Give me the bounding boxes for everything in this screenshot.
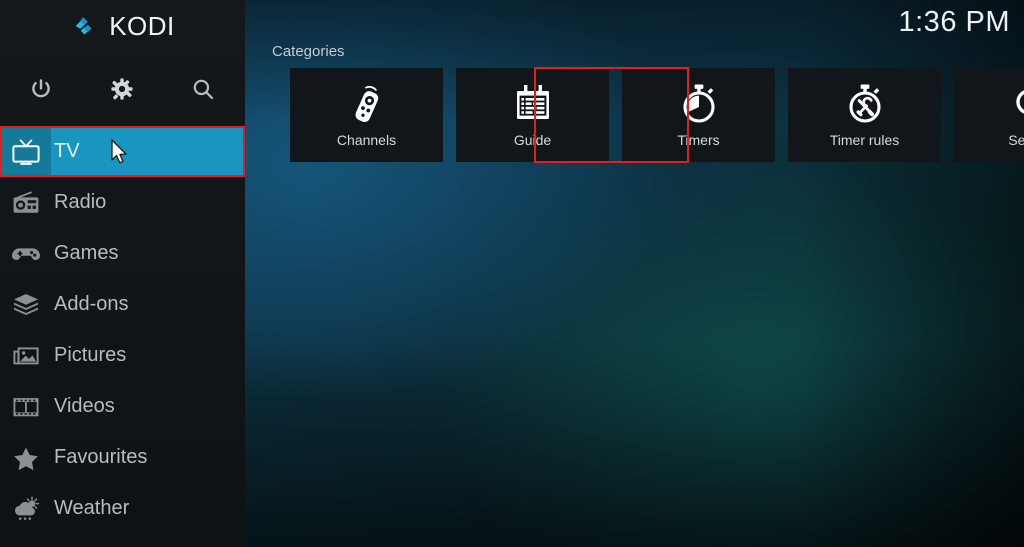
sidebar-item-label: Games (54, 242, 119, 264)
gamepad-icon (0, 228, 51, 279)
settings-button[interactable] (81, 62, 162, 116)
sidebar-item-radio[interactable]: Radio (0, 177, 245, 228)
sidebar-item-tv[interactable]: TV (0, 126, 245, 177)
tile-label: Channels (336, 132, 397, 148)
tile-label: Guide (513, 132, 552, 148)
tv-icon (0, 126, 51, 177)
tile-guide[interactable]: Guide (456, 68, 609, 162)
sidebar-item-weather[interactable]: Weather (0, 483, 245, 534)
search-button[interactable] (162, 62, 243, 116)
sidebar-item-label: TV (54, 140, 80, 162)
search-icon (1011, 82, 1024, 126)
radio-icon (0, 177, 51, 228)
sidebar-item-label: Weather (54, 497, 130, 519)
power-button[interactable] (0, 62, 81, 116)
sidebar-item-games[interactable]: Games (0, 228, 245, 279)
category-tiles: Channels Guide Timers Timer rules Se (290, 68, 1024, 162)
tile-label: Timers (677, 132, 720, 148)
weather-icon (0, 483, 51, 534)
sidebar-item-label: Videos (54, 395, 115, 417)
sidebar-item-label: Favourites (54, 446, 148, 468)
gear-icon (110, 77, 134, 101)
search-icon (191, 77, 215, 101)
main-content: 1:36 PM Categories Channels Guide Timers… (245, 0, 1024, 547)
tile-search[interactable]: Search (954, 68, 1024, 162)
categories-label: Categories (272, 43, 345, 60)
sidebar-item-add-ons[interactable]: Add-ons (0, 279, 245, 330)
sidebar-item-videos[interactable]: Videos (0, 381, 245, 432)
tile-channels[interactable]: Channels (290, 68, 443, 162)
stopwatch-tools-icon (845, 82, 885, 126)
kodi-logo-icon (70, 11, 100, 41)
sidebar-item-pictures[interactable]: Pictures (0, 330, 245, 381)
brand: KODI (0, 0, 245, 52)
sidebar: KODI TV Radio Games Add-ons Pictures Vid… (0, 0, 245, 547)
power-icon (29, 77, 53, 101)
tile-label: Timer rules (829, 132, 900, 148)
remote-control-icon (347, 82, 387, 126)
tile-timer-rules[interactable]: Timer rules (788, 68, 941, 162)
sidebar-item-favourites[interactable]: Favourites (0, 432, 245, 483)
kodi-home-screen: 1:36 PM Categories Channels Guide Timers… (0, 0, 1024, 547)
film-icon (0, 381, 51, 432)
box-icon (0, 279, 51, 330)
stopwatch-icon (679, 82, 719, 126)
sidebar-menu: TV Radio Games Add-ons Pictures Videos F… (0, 126, 245, 534)
tile-timers[interactable]: Timers (622, 68, 775, 162)
tile-label: Search (1008, 132, 1024, 148)
clock: 1:36 PM (898, 6, 1010, 38)
sidebar-item-label: Add-ons (54, 293, 129, 315)
calendar-guide-icon (512, 82, 554, 126)
star-icon (0, 432, 51, 483)
sidebar-item-label: Pictures (54, 344, 127, 366)
sidebar-item-label: Radio (54, 191, 107, 213)
sidebar-toolbar (0, 62, 245, 116)
pictures-icon (0, 330, 51, 381)
brand-text: KODI (109, 10, 175, 41)
